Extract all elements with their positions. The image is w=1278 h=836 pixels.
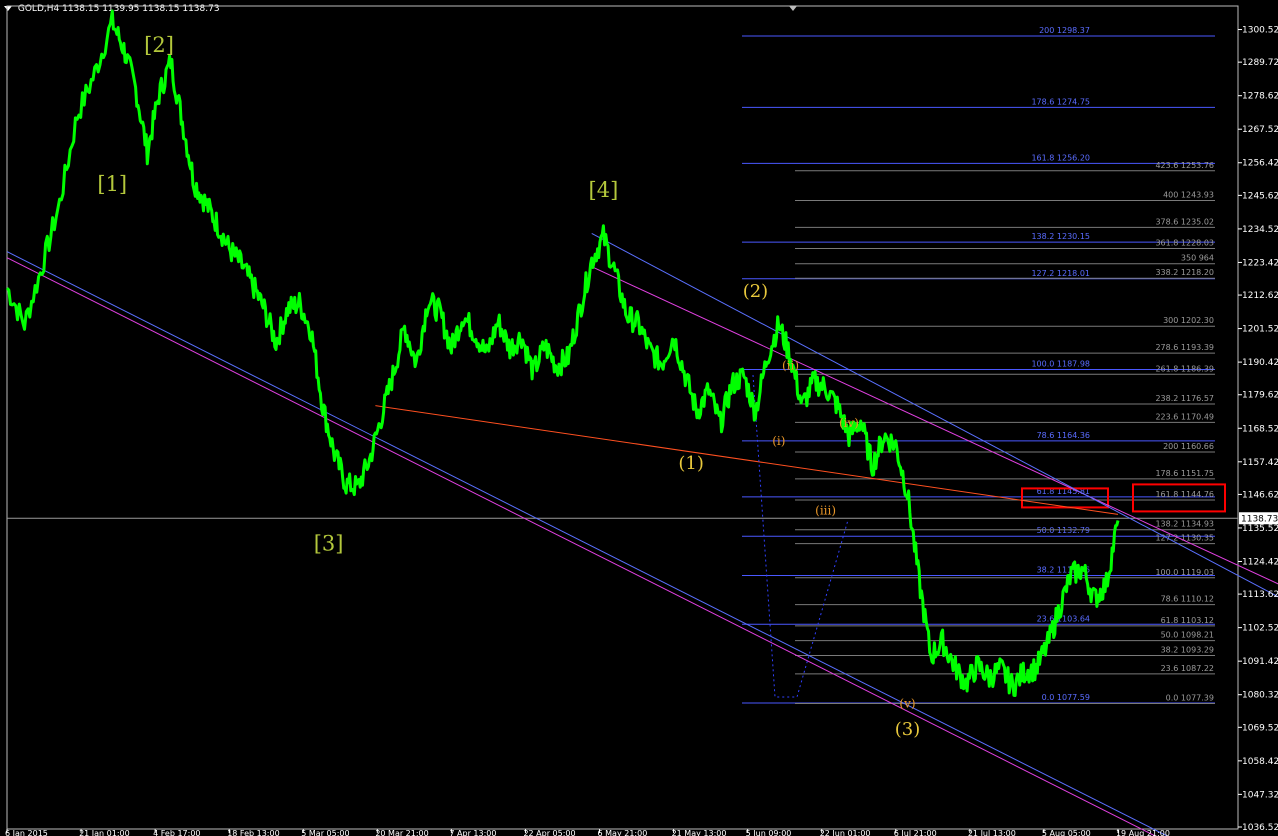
y-tick-label: 1080.32 [1242, 691, 1278, 701]
y-tick-label: 1234.52 [1242, 225, 1278, 235]
x-tick-label: 5 Jun 09:00 [746, 829, 792, 836]
x-tick-label: 18 Feb 13:00 [227, 829, 279, 836]
y-tick-label: 1157.42 [1242, 458, 1278, 468]
x-tick-label: 6 Jul 21:00 [894, 829, 937, 836]
fib-right-label: 178.6 1151.75 [1155, 469, 1214, 478]
y-tick-label: 1047.32 [1242, 790, 1278, 800]
x-tick-label: 6 May 21:00 [598, 829, 648, 836]
y-tick-label: 1212.62 [1242, 291, 1278, 301]
y-tick-label: 1113.62 [1242, 590, 1278, 600]
x-tick-label: 22 Apr 05:00 [523, 829, 575, 836]
blue-trendline [591, 233, 1278, 598]
fib-left-label: 23.6 1103.64 [1037, 614, 1090, 623]
wave-label: (ii) [782, 358, 799, 372]
wave-label: (v) [899, 697, 915, 711]
shift-marker-icon [789, 6, 797, 11]
x-tick-label: 21 May 13:00 [672, 829, 727, 836]
fib-right-label: 100.0 1119.03 [1155, 568, 1214, 577]
fib-left-label: 161.8 1256.20 [1031, 153, 1090, 162]
fib-right-label: 338.2 1218.20 [1155, 268, 1214, 277]
y-tick-label: 1201.52 [1242, 325, 1278, 335]
fib-right-label: 0.0 1077.39 [1166, 694, 1214, 703]
wave-label: [1] [97, 172, 127, 196]
chart-canvas[interactable]: 200 1298.37 178.6 1274.75 161.8 1256.20 138… [0, 0, 1278, 836]
fib-right-label: 423.6 1253.76 [1155, 161, 1214, 170]
fib-left-label: 50.0 1132.79 [1037, 526, 1090, 535]
chart-frame [6, 5, 1239, 830]
y-tick-label: 1036.52 [1242, 823, 1278, 833]
wave-label: (1) [678, 453, 704, 474]
fib-right-label: 350 964 [1181, 254, 1214, 263]
fib-right-label: 138.2 1134.93 [1155, 520, 1214, 529]
fib-left-label: 200 1298.37 [1039, 26, 1090, 35]
fib-right-label: 400 1243.93 [1163, 190, 1214, 199]
fib-right-label: 223.6 1170.49 [1155, 412, 1214, 421]
current-price-label: 1138.73 [1241, 514, 1278, 524]
y-tick-label: 1223.42 [1242, 258, 1278, 268]
wave-label: [3] [314, 532, 344, 556]
y-tick-label: 1124.42 [1242, 557, 1278, 567]
y-tick-label: 1256.42 [1242, 159, 1278, 169]
wave-label: [4] [589, 178, 619, 202]
fib-right-label: 61.8 1103.12 [1161, 616, 1214, 625]
y-tick-label: 1102.52 [1242, 624, 1278, 634]
wave-label: (iii) [815, 503, 836, 517]
fib-left-label: 138.2 1230.15 [1031, 232, 1090, 241]
x-tick-label: 21 Jul 13:00 [968, 829, 1016, 836]
fib-left-label: 0.0 1077.59 [1042, 693, 1090, 702]
x-tick-label: 19 Aug 21:00 [1116, 829, 1170, 836]
y-tick-label: 1168.52 [1242, 424, 1278, 434]
fib-right-label: 50.0 1098.21 [1161, 631, 1214, 640]
x-tick-label: 22 Jun 01:00 [820, 829, 871, 836]
fib-right-label: 300 1202.30 [1163, 316, 1214, 325]
y-tick-label: 1300.52 [1242, 26, 1278, 36]
fib-right-label: 378.6 1235.02 [1155, 217, 1214, 226]
y-tick-label: 1069.52 [1242, 723, 1278, 733]
magenta-trendline [6, 257, 1157, 836]
fib-right-label: 23.6 1087.22 [1161, 664, 1214, 673]
wave-label: (iv) [839, 416, 859, 430]
fib-right-label: 278.6 1193.39 [1155, 343, 1214, 352]
y-tick-label: 1179.62 [1242, 391, 1278, 401]
y-tick-label: 1278.62 [1242, 92, 1278, 102]
fib-right-label: 38.2 1093.29 [1161, 646, 1214, 655]
y-tick-label: 1190.42 [1242, 358, 1278, 368]
x-tick-label: 20 Mar 21:00 [375, 829, 428, 836]
y-tick-label: 1146.62 [1242, 490, 1278, 500]
y-tick-label: 1267.52 [1242, 125, 1278, 135]
x-tick-label: 4 Feb 17:00 [153, 829, 200, 836]
y-tick-label: 1245.62 [1242, 191, 1278, 201]
fib-left-label: 127.2 1218.01 [1031, 269, 1090, 278]
x-tick-label: 5 Aug 05:00 [1042, 829, 1091, 836]
fib-left-label: 78.6 1164.36 [1037, 431, 1090, 440]
x-tick-label: 5 Mar 05:00 [301, 829, 349, 836]
fib-left-label: 178.6 1274.75 [1031, 97, 1090, 106]
wave-label: [2] [144, 33, 174, 57]
fib-right-label: 161.8 1144.76 [1155, 490, 1214, 499]
x-tick-label: 6 Jan 2015 [5, 829, 48, 836]
y-tick-label: 1091.42 [1242, 657, 1278, 667]
x-tick-label: 7 Apr 13:00 [449, 829, 496, 836]
y-tick-label: 1135.52 [1242, 524, 1278, 534]
fib-right-label: 78.6 1110.12 [1161, 595, 1214, 604]
wave-label: (3) [895, 719, 921, 740]
fib-right-label: 200 1160.66 [1163, 442, 1214, 451]
wave-label: (i) [772, 434, 785, 448]
y-tick-label: 1289.72 [1242, 58, 1278, 68]
x-tick-label: 21 Jan 01:00 [79, 829, 130, 836]
fib-left-label: 100.0 1187.98 [1031, 359, 1090, 368]
wave-label: (2) [743, 281, 769, 302]
fib-right-label: 361.8 1228.03 [1155, 239, 1214, 248]
y-tick-label: 1058.42 [1242, 757, 1278, 767]
fib-right-label: 238.2 1176.57 [1155, 394, 1214, 403]
fib-right-label: 261.8 1186.39 [1155, 364, 1214, 373]
